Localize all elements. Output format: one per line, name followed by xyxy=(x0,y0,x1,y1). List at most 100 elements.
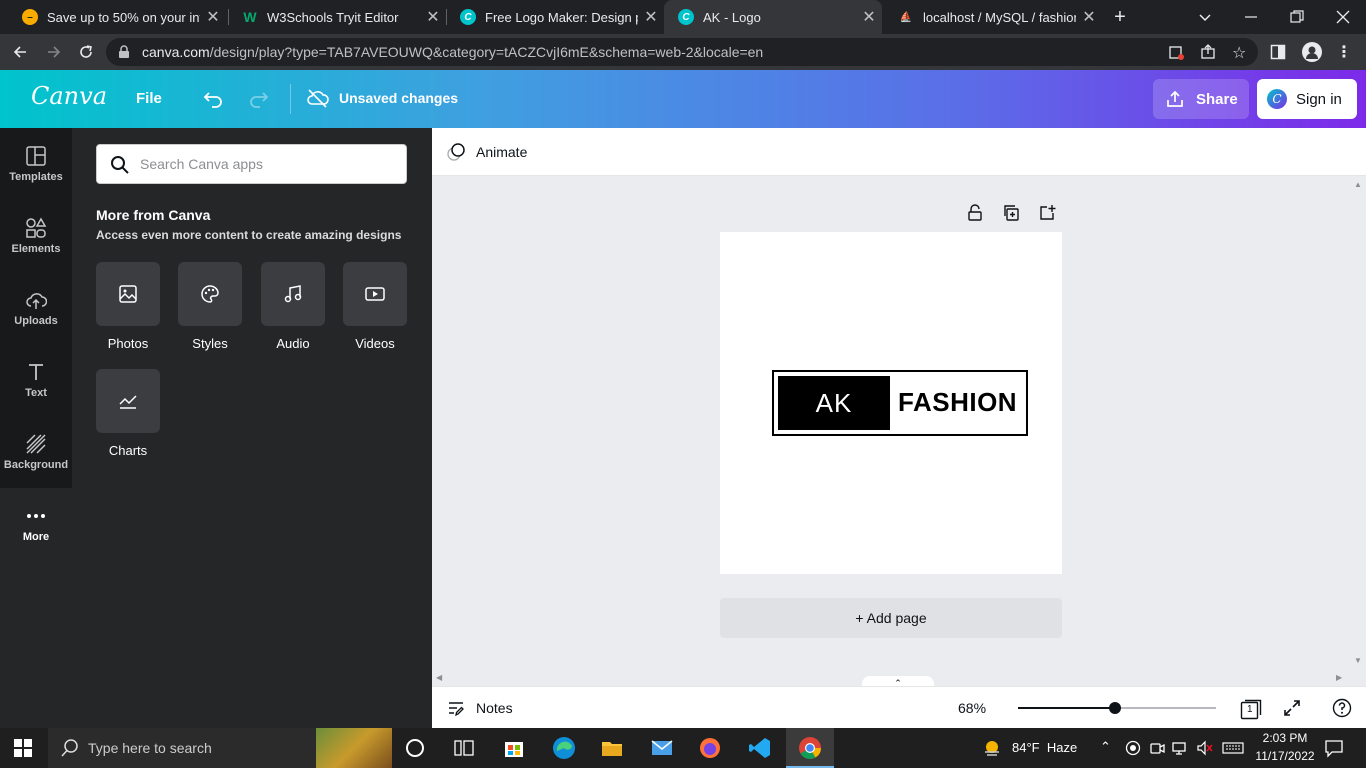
volume-muted-icon[interactable] xyxy=(1196,740,1213,756)
network-icon[interactable] xyxy=(1172,740,1188,756)
zoom-slider[interactable] xyxy=(1018,702,1216,714)
page-count-button[interactable]: 1 xyxy=(1240,698,1262,720)
taskbar-search-box[interactable]: Type here to search xyxy=(48,728,392,768)
app-audio-label[interactable]: Audio xyxy=(248,336,338,351)
meet-now-icon[interactable] xyxy=(1125,740,1141,756)
rail-item-more[interactable]: More xyxy=(0,488,72,560)
file-explorer-icon[interactable] xyxy=(600,736,624,760)
mail-icon[interactable] xyxy=(650,736,674,760)
file-menu-button[interactable]: File xyxy=(136,90,162,107)
microsoft-store-icon[interactable] xyxy=(502,736,526,760)
rail-label: Elements xyxy=(11,243,61,255)
weather-haze-icon[interactable] xyxy=(982,738,1002,763)
rail-item-uploads[interactable]: Uploads xyxy=(0,272,72,344)
logo-frame[interactable]: AK FASHION xyxy=(772,370,1028,436)
add-page-button[interactable]: + Add page xyxy=(720,598,1062,638)
app-photos-label[interactable]: Photos xyxy=(83,336,173,351)
canva-logo[interactable]: Canva xyxy=(31,82,107,110)
tab-search-icon[interactable] xyxy=(1196,8,1214,26)
reload-icon[interactable] xyxy=(70,34,102,70)
clock-date[interactable]: 11/17/2022 xyxy=(1249,749,1321,763)
zoom-slider-thumb[interactable] xyxy=(1109,702,1122,714)
close-icon[interactable]: ✕ xyxy=(200,7,226,27)
browser-tab-active[interactable]: C AK - Logo ✕ xyxy=(664,0,882,34)
share-page-icon[interactable] xyxy=(1200,44,1216,65)
cortana-icon[interactable] xyxy=(406,739,424,757)
side-panel-icon[interactable] xyxy=(1270,44,1286,65)
back-icon[interactable] xyxy=(4,34,36,70)
edge-icon[interactable] xyxy=(552,736,576,760)
close-window-icon[interactable] xyxy=(1334,8,1352,26)
browser-tab[interactable]: W W3Schools Tryit Editor ✕ xyxy=(228,0,446,34)
browser-menu-icon[interactable]: ⋮ xyxy=(1336,42,1352,62)
add-page-icon[interactable] xyxy=(1038,204,1056,227)
sign-in-button[interactable]: C Sign in xyxy=(1257,79,1357,119)
browser-tab[interactable]: ⛵ localhost / MySQL / fashion / ✕ xyxy=(884,0,1102,34)
scroll-left-icon[interactable]: ◀ xyxy=(436,673,442,682)
cloud-unsaved-icon[interactable] xyxy=(306,87,330,114)
chrome-taskbar-button[interactable] xyxy=(786,728,834,768)
undo-icon[interactable] xyxy=(202,87,224,114)
app-photos-tile[interactable] xyxy=(96,262,160,326)
clock-time[interactable]: 2:03 PM xyxy=(1252,731,1318,745)
fullscreen-icon[interactable] xyxy=(1282,698,1302,723)
restore-icon[interactable] xyxy=(1288,8,1306,26)
address-bar[interactable]: canva.com/design/play?type=TAB7AVEOUWQ&c… xyxy=(106,38,1258,66)
photo-icon xyxy=(119,285,137,303)
weather-text[interactable]: 84°F Haze xyxy=(1012,740,1077,755)
blocked-popup-icon[interactable] xyxy=(1168,44,1184,65)
vscode-icon[interactable] xyxy=(748,736,772,760)
zoom-level[interactable]: 68% xyxy=(958,700,986,716)
app-styles-tile[interactable] xyxy=(178,262,242,326)
rail-item-text[interactable]: Text xyxy=(0,344,72,416)
scroll-right-icon[interactable]: ▶ xyxy=(1336,673,1342,682)
app-audio-tile[interactable] xyxy=(261,262,325,326)
redo-icon[interactable] xyxy=(248,87,270,114)
search-apps-input[interactable]: Search Canva apps xyxy=(96,144,407,184)
profile-avatar-icon[interactable] xyxy=(1302,42,1322,62)
scroll-down-icon[interactable]: ▼ xyxy=(1354,656,1362,665)
logo-ak-block[interactable]: AK xyxy=(778,376,890,430)
windows-start-icon[interactable] xyxy=(14,739,32,762)
help-icon[interactable] xyxy=(1332,698,1352,723)
lock-page-icon[interactable] xyxy=(966,204,984,227)
notes-button[interactable]: Notes xyxy=(446,698,513,718)
notes-icon xyxy=(449,702,464,717)
rail-filler xyxy=(0,560,72,728)
rail-item-background[interactable]: Background xyxy=(0,416,72,488)
close-icon[interactable]: ✕ xyxy=(420,7,446,27)
save-status[interactable]: Unsaved changes xyxy=(339,90,458,106)
close-icon[interactable]: ✕ xyxy=(638,7,664,27)
rail-item-templates[interactable]: Templates xyxy=(0,128,72,200)
scroll-up-icon[interactable]: ▲ xyxy=(1354,180,1362,189)
firefox-icon[interactable] xyxy=(698,736,722,760)
app-styles-label[interactable]: Styles xyxy=(165,336,255,351)
app-videos-tile[interactable] xyxy=(343,262,407,326)
app-charts-tile[interactable] xyxy=(96,369,160,433)
keyboard-icon[interactable] xyxy=(1222,740,1244,756)
minimize-icon[interactable] xyxy=(1242,8,1260,26)
vertical-scrollbar[interactable]: ▲ ▼ xyxy=(1350,176,1366,672)
forward-icon[interactable] xyxy=(38,34,70,70)
animate-button[interactable]: Animate xyxy=(446,142,527,162)
upload-share-icon xyxy=(1167,90,1183,107)
rail-item-elements[interactable]: Elements xyxy=(0,200,72,272)
design-page[interactable]: AK FASHION xyxy=(720,232,1062,574)
logo-fashion-text[interactable]: FASHION xyxy=(898,387,1017,418)
notification-center-icon[interactable] xyxy=(1324,738,1344,763)
bookmark-star-icon[interactable]: ☆ xyxy=(1232,43,1246,63)
lock-icon[interactable] xyxy=(118,45,130,64)
chevron-up-icon[interactable]: ⌃ xyxy=(1100,739,1111,755)
camera-icon[interactable] xyxy=(1149,740,1165,756)
app-videos-label[interactable]: Videos xyxy=(330,336,420,351)
close-icon[interactable]: ✕ xyxy=(856,7,882,27)
share-button[interactable]: Share xyxy=(1153,79,1249,119)
app-charts-label[interactable]: Charts xyxy=(83,443,173,458)
browser-tab[interactable]: – Save up to 50% on your inter ✕ xyxy=(8,0,226,34)
canva-icon: C xyxy=(460,9,476,25)
new-tab-icon[interactable]: + xyxy=(1108,5,1132,29)
browser-tab[interactable]: C Free Logo Maker: Design pro ✕ xyxy=(446,0,664,34)
duplicate-page-icon[interactable] xyxy=(1002,204,1020,227)
close-icon[interactable]: ✕ xyxy=(1076,7,1102,27)
task-view-icon[interactable] xyxy=(454,739,474,762)
